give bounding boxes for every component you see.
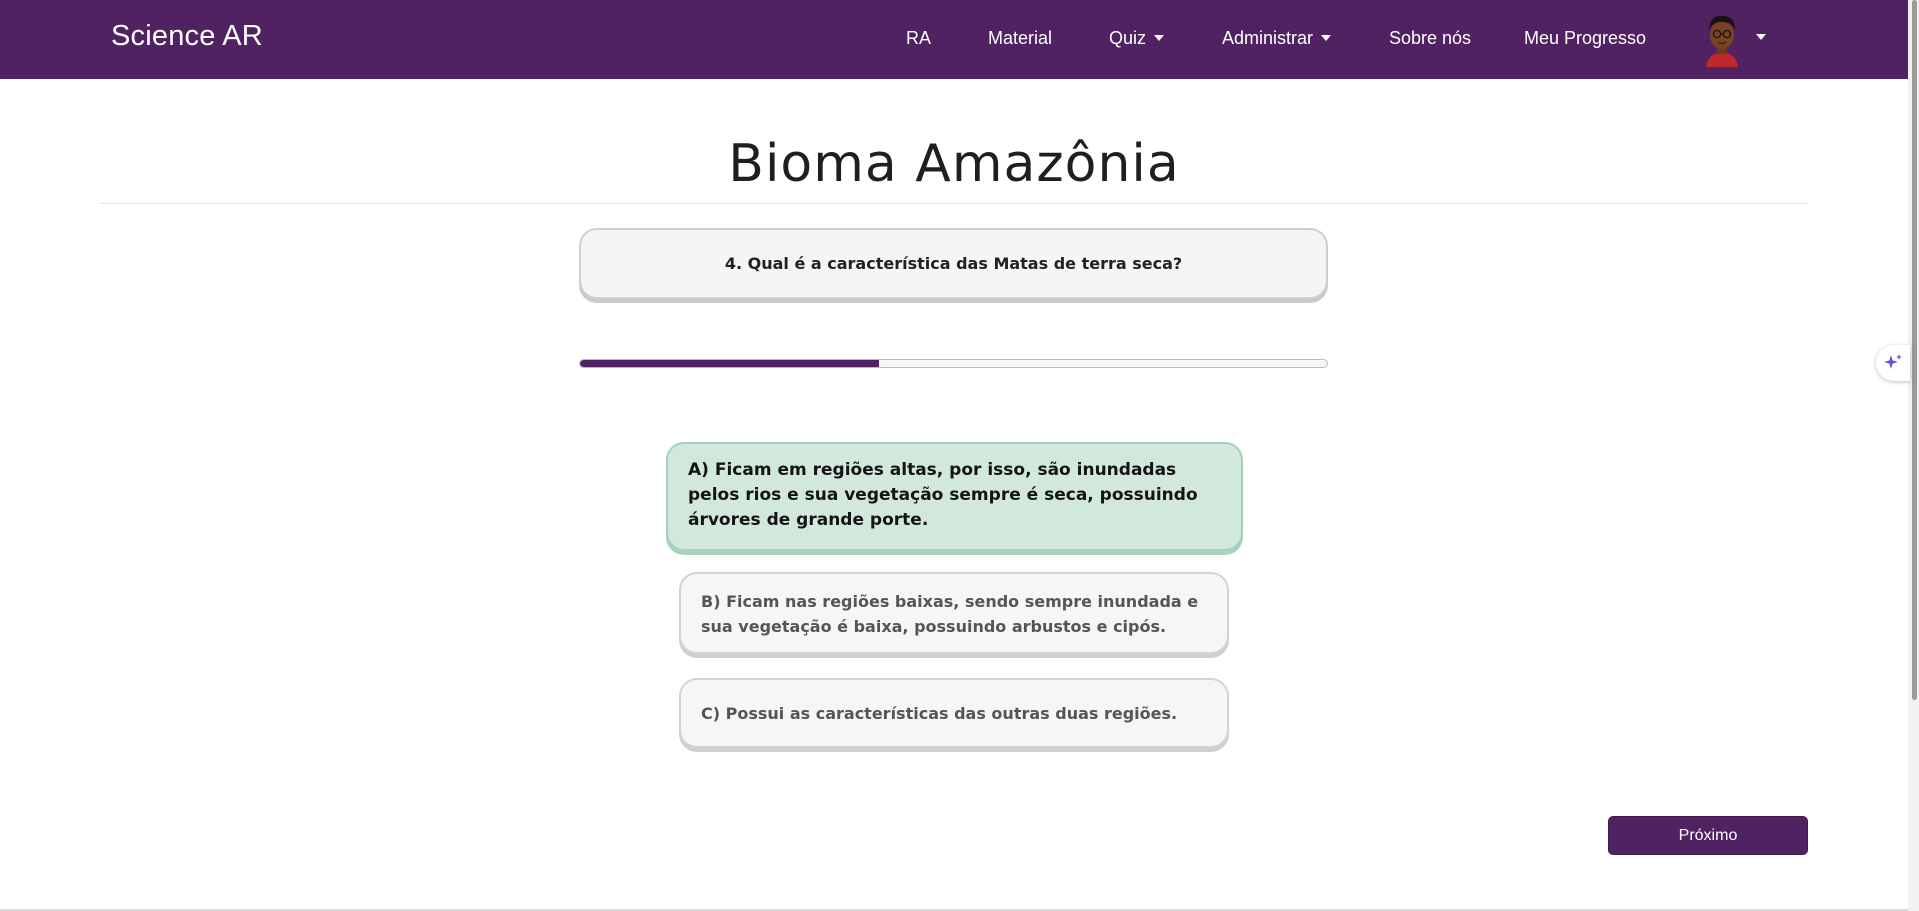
- nav-item-administrar[interactable]: Administrar: [1222, 28, 1332, 49]
- progress-fill: [580, 360, 879, 367]
- nav-item-label: Material: [988, 28, 1053, 48]
- nav-item-label: Sobre nós: [1389, 28, 1472, 48]
- nav-item-meu-progresso[interactable]: Meu Progresso: [1524, 28, 1646, 49]
- nav-item-quiz[interactable]: Quiz: [1109, 28, 1165, 49]
- nav-item-label: RA: [906, 28, 932, 48]
- next-button-label: Próximo: [1678, 826, 1738, 844]
- ai-assistant-button[interactable]: [1876, 345, 1910, 381]
- brand-logo[interactable]: Science AR: [111, 20, 263, 53]
- divider: [100, 203, 1808, 204]
- nav-item-sobre-nos[interactable]: Sobre nós: [1389, 28, 1471, 49]
- nav-item-label: Meu Progresso: [1524, 28, 1647, 48]
- option-text: C) Possui as características das outras …: [701, 703, 1178, 723]
- scrollbar-thumb[interactable]: [1912, 0, 1917, 700]
- answer-option-c[interactable]: C) Possui as características das outras …: [679, 678, 1229, 748]
- page-title: Bioma Amazônia: [728, 134, 1180, 194]
- answer-option-b[interactable]: B) Ficam nas regiões baixas, sendo sempr…: [679, 572, 1229, 654]
- top-navbar: Science AR RA Material Quiz Administrar …: [0, 0, 1908, 79]
- next-button[interactable]: Próximo: [1608, 816, 1808, 855]
- user-avatar-icon[interactable]: [1700, 11, 1744, 67]
- question-card: 4. Qual é a característica das Matas de …: [579, 228, 1328, 299]
- quiz-progress-bar: [579, 359, 1328, 368]
- nav-item-label: Quiz: [1109, 28, 1147, 48]
- chevron-down-icon: [1321, 35, 1332, 41]
- page: Science AR RA Material Quiz Administrar …: [0, 0, 1919, 911]
- option-text: A) Ficam em regiões altas, por isso, são…: [688, 460, 1198, 530]
- answer-option-a[interactable]: A) Ficam em regiões altas, por isso, são…: [666, 442, 1243, 551]
- nav-item-label: Administrar: [1222, 28, 1314, 48]
- option-text: B) Ficam nas regiões baixas, sendo sempr…: [701, 592, 1199, 636]
- chevron-down-icon: [1154, 35, 1165, 41]
- chevron-down-icon[interactable]: [1756, 34, 1766, 40]
- sparkle-icon: [1884, 354, 1902, 369]
- nav-item-material[interactable]: Material: [988, 28, 1052, 49]
- nav-item-ra[interactable]: RA: [906, 28, 931, 49]
- question-text: 4. Qual é a característica das Matas de …: [724, 254, 1183, 273]
